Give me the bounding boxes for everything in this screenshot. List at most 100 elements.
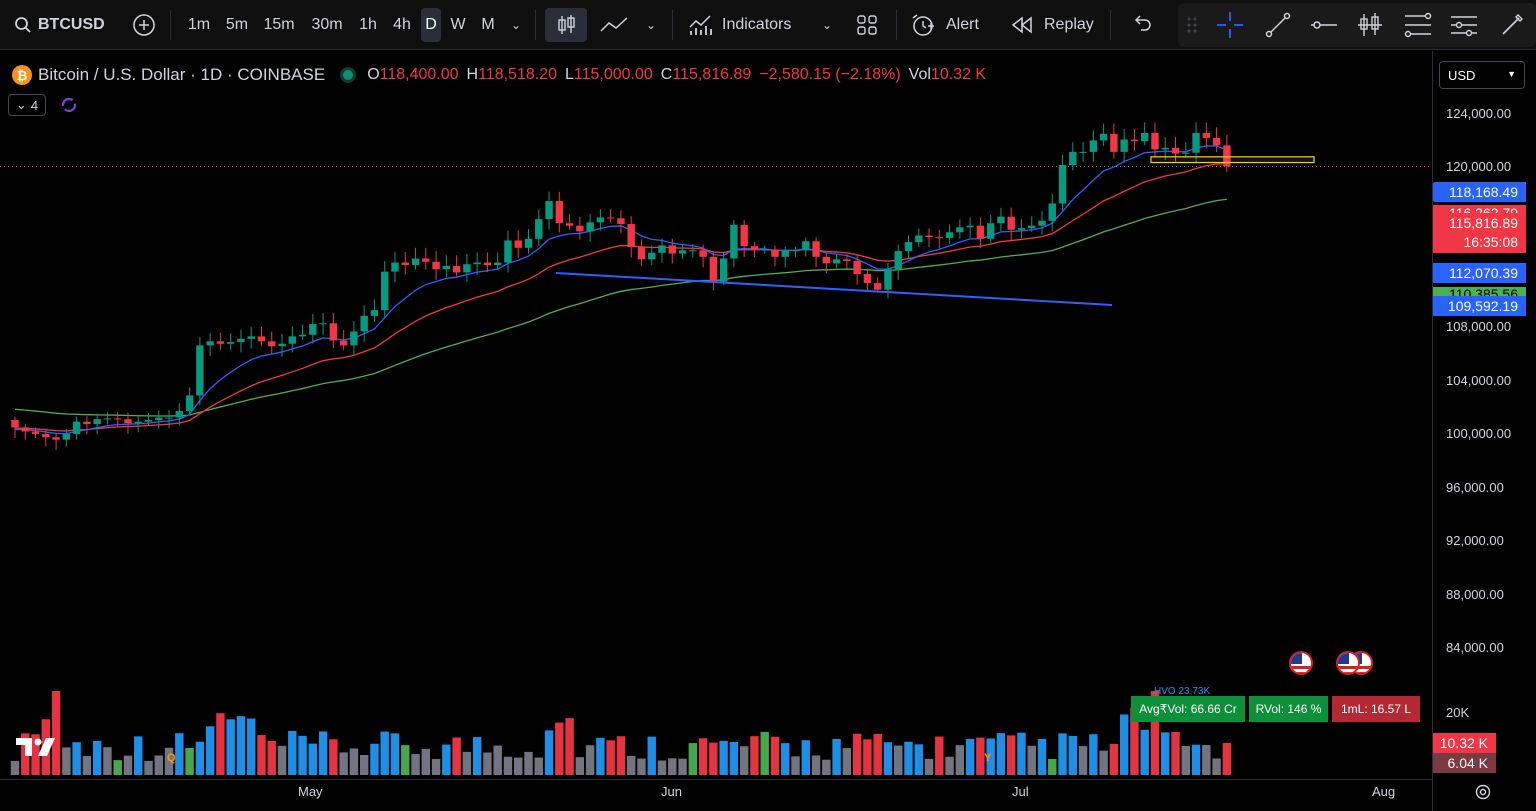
candle-body [483,262,492,266]
time-label: Aug [1372,784,1396,799]
candle-body [1079,151,1087,153]
volume-bar [257,735,266,775]
currency-label: USD [1448,67,1476,83]
volume-bar [1058,733,1067,775]
brush-tool-icon[interactable] [1494,8,1530,42]
sync-icon[interactable] [60,96,78,114]
candle-body [555,201,564,224]
interval-1m[interactable]: 1m [182,8,216,42]
candle-body [997,216,1005,224]
candle-body [945,232,954,238]
currency-select[interactable]: USD ▼ [1439,61,1525,89]
candle-body [596,217,605,223]
time-axis[interactable] [0,779,1432,811]
interval-5m[interactable]: 5m [220,8,254,42]
candle-body [586,222,594,232]
volume-bar [442,744,451,775]
volume-bar [503,756,513,775]
crosshair-tool-icon[interactable] [1212,8,1248,42]
chevron-down-icon: ▼ [1507,69,1516,79]
volume-bar [873,733,882,775]
candle-body [370,310,379,316]
candle-body [278,343,286,347]
volume-bar [842,748,852,775]
undo-button[interactable] [1124,8,1160,42]
change-value: −2,580.15 (−2.18%) [759,66,901,83]
trendline-tool-icon[interactable] [1260,8,1296,42]
interval-30m[interactable]: 30m [304,8,350,42]
volume-bar [277,745,287,775]
candle-body [216,341,225,344]
interval-m[interactable]: M [474,8,502,42]
candle-body [966,225,974,228]
volume-bar [318,731,328,775]
compare-symbol-button[interactable] [128,8,160,42]
volume-bar [647,736,656,775]
candle-body [648,252,656,260]
volume-bar [103,747,112,775]
chart-type-candles-button[interactable] [545,8,587,42]
candle-body [709,256,718,282]
candle-body [319,323,327,325]
symbol-search-button[interactable]: BTCUSD [8,8,106,42]
symbol-title[interactable]: Bitcoin / U.S. Dollar · 1D · COINBASE [38,65,325,85]
volume-bar [894,745,903,775]
indicators-chevron-icon[interactable]: ⌄ [816,8,838,42]
interval-15m[interactable]: 15m [258,8,300,42]
interval-1h[interactable]: 1h [352,8,384,42]
indicators-collapse-button[interactable]: ⌄ 4 [8,94,46,116]
volume-bar [349,748,359,775]
candle-body [812,241,820,257]
volume-bar [226,719,235,775]
chart-type-chevron-icon[interactable]: ⌄ [640,8,662,42]
volume-bar [1006,735,1016,775]
volume-bar [739,746,749,775]
volume-bar [668,758,677,775]
chart-type-line-button[interactable] [592,8,636,42]
candle-body [668,245,676,254]
replay-button[interactable]: Replay [1006,8,1102,42]
indicators-button[interactable]: Indicators [684,8,808,42]
candle-body [309,324,317,335]
chart-legend: ₿ Bitcoin / U.S. Dollar · 1D · COINBASE … [12,64,994,86]
tradingview-logo-icon[interactable] [16,736,56,758]
candle-body [52,437,60,440]
long-position-tool-icon[interactable] [1352,8,1388,42]
candle-body [1120,139,1128,152]
interval-d[interactable]: D [421,8,441,42]
candle-body [124,419,132,424]
candle-body [411,258,420,266]
candle-body [791,250,800,252]
high-key: H [466,66,479,83]
us-economic-event-icon[interactable] [1336,651,1360,675]
candle-body [381,271,389,311]
candle-body [350,331,358,346]
us-economic-event-icon[interactable] [1289,651,1313,675]
alert-label: Alert [946,16,979,33]
candle-body [1007,216,1015,230]
volume-bar [185,747,194,775]
interval-4h[interactable]: 4h [386,8,418,42]
volume-bar [1037,738,1047,775]
settings-gear-icon[interactable] [1474,783,1492,801]
candle-body [257,336,266,342]
horizontal-ray-tool-icon[interactable] [1306,8,1342,42]
volume-bar [524,751,533,775]
separator [896,10,897,40]
volume-bar [657,760,667,775]
candle-body [976,225,985,239]
volume-bar [1191,744,1201,775]
volume-bar [421,748,430,775]
fib-retracement-tool-icon[interactable] [1400,8,1436,42]
pitchfork-tool-icon[interactable] [1446,8,1482,42]
volume-value: 10.32 K [930,66,987,83]
layouts-button[interactable] [850,8,884,42]
alert-button[interactable]: Alert [906,8,994,42]
candle-body [268,341,276,347]
candle-body [915,235,923,243]
market-status-icon[interactable] [343,70,354,80]
interval-dropdown-chevron-icon[interactable]: ⌄ [504,8,528,42]
open-value: 118,400.00 [379,66,459,83]
interval-w[interactable]: W [446,8,470,42]
drag-handle-icon[interactable] [1182,8,1202,42]
